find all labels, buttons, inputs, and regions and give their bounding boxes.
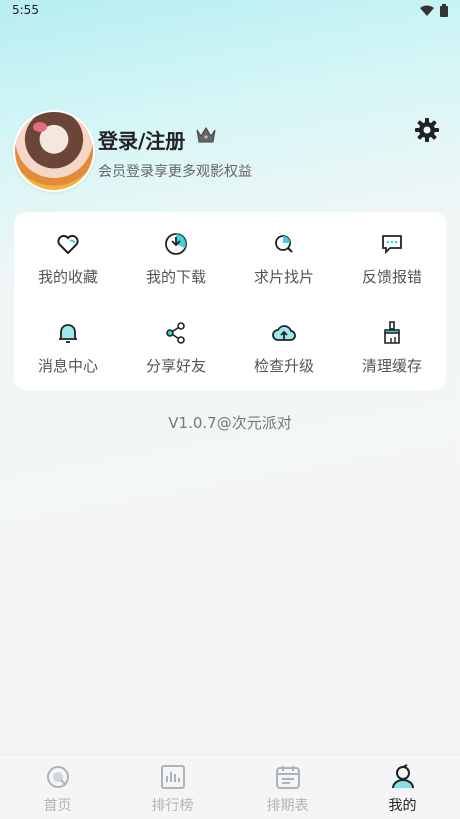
login-register-title[interactable]: 登录/注册 — [98, 125, 185, 154]
nav-schedule[interactable]: 排期表 — [230, 755, 345, 819]
grid-item-request[interactable]: 求片找片 — [230, 212, 338, 300]
avatar-bow — [33, 122, 47, 132]
function-grid: 我的收藏 我的下载 求片找片 反馈报错 消息中心 分享好友 检查升级 清理缓存 — [14, 212, 446, 390]
grid-item-messages[interactable]: 消息中心 — [14, 301, 122, 389]
nav-mine[interactable]: 我的 — [345, 755, 460, 819]
status-bar: 5:55 — [0, 0, 460, 22]
nav-label: 排期表 — [266, 798, 309, 814]
grid-item-label: 我的收藏 — [37, 268, 98, 286]
status-time: 5:55 — [12, 3, 39, 17]
grid-item-clear-cache[interactable]: 清理缓存 — [338, 301, 446, 389]
chart-icon — [161, 765, 185, 789]
version-text: V1.0.7@次元派对 — [168, 414, 292, 432]
heart-icon — [57, 234, 79, 255]
clean-icon — [384, 321, 400, 344]
grid-item-label: 反馈报错 — [361, 268, 422, 286]
grid-item-downloads[interactable]: 我的下载 — [122, 212, 230, 300]
grid-item-label: 消息中心 — [37, 357, 98, 375]
status-icons — [420, 4, 448, 17]
crown-icon — [196, 127, 216, 143]
wifi-icon — [420, 5, 434, 16]
share-icon — [166, 322, 185, 344]
nav-ranking[interactable]: 排行榜 — [115, 755, 230, 819]
grid-item-feedback[interactable]: 反馈报错 — [338, 212, 446, 300]
profile-icon — [392, 764, 414, 789]
grid-item-update[interactable]: 检查升级 — [230, 301, 338, 389]
grid-item-favorites[interactable]: 我的收藏 — [14, 212, 122, 300]
search-icon — [275, 235, 293, 253]
grid-item-label: 求片找片 — [253, 268, 314, 286]
grid-item-share[interactable]: 分享好友 — [122, 301, 230, 389]
bell-icon — [59, 324, 77, 343]
nav-label: 我的 — [388, 798, 417, 814]
grid-item-label: 检查升级 — [253, 357, 314, 375]
grid-item-label: 清理缓存 — [361, 357, 422, 375]
grid-item-label: 我的下载 — [145, 268, 206, 286]
avatar[interactable] — [13, 110, 95, 192]
calendar-icon — [276, 766, 300, 789]
bottom-nav: 首页 排行榜 排期表 我的 — [0, 754, 460, 819]
home-icon — [47, 766, 69, 788]
cloud-upload-icon — [272, 325, 296, 341]
nav-home[interactable]: 首页 — [0, 755, 115, 819]
feedback-icon — [382, 235, 402, 255]
gear-icon[interactable] — [413, 116, 441, 144]
grid-item-label: 分享好友 — [145, 357, 206, 375]
download-icon — [165, 233, 187, 255]
nav-label: 首页 — [43, 798, 72, 814]
nav-label: 排行榜 — [151, 798, 194, 814]
battery-icon — [440, 4, 448, 17]
login-subtitle: 会员登录享更多观影权益 — [98, 164, 252, 180]
